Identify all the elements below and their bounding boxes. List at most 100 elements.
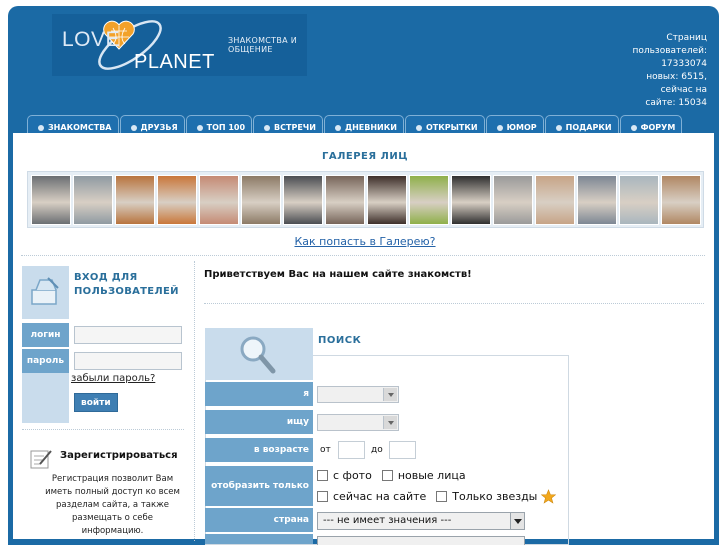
gallery-photo[interactable] bbox=[241, 175, 281, 225]
user-stats: Страниц пользователей: 17333074 новых: 6… bbox=[597, 32, 707, 110]
search-form: ПОИСК я ищу в возрасте от до отобразить … bbox=[205, 328, 569, 545]
seek-label: ищу bbox=[205, 410, 313, 434]
next-row-label bbox=[205, 534, 313, 544]
gallery-photo[interactable] bbox=[535, 175, 575, 225]
gallery-photo[interactable] bbox=[619, 175, 659, 225]
gallery-photo[interactable] bbox=[367, 175, 407, 225]
age-to-text: до bbox=[371, 445, 383, 455]
stars-only-checkbox[interactable] bbox=[436, 491, 448, 502]
bullet-icon bbox=[264, 124, 271, 131]
divider bbox=[21, 255, 705, 256]
logo-love-text: LOVE bbox=[62, 28, 121, 51]
register-text: Регистрация позволит Вам иметь полный до… bbox=[45, 474, 180, 536]
login-label: логин bbox=[22, 323, 69, 347]
password-label: пароль bbox=[22, 349, 69, 373]
divider bbox=[204, 303, 704, 304]
login-icon bbox=[31, 277, 59, 305]
country-select-value: --- не имеет значения --- bbox=[323, 515, 452, 526]
bullet-icon bbox=[555, 124, 562, 131]
dropdown-arrow-icon bbox=[510, 513, 524, 529]
bullet-icon bbox=[196, 124, 203, 131]
gallery-photo[interactable] bbox=[493, 175, 533, 225]
star-icon bbox=[541, 489, 557, 504]
age-from-text: от bbox=[320, 445, 331, 455]
tab-label: ДНЕВНИКИ bbox=[344, 123, 397, 132]
new-faces-label: новые лица bbox=[397, 469, 466, 482]
magnifier-icon bbox=[240, 336, 276, 374]
tab-label: ТОП 100 bbox=[206, 123, 246, 132]
tab-label: ДРУЗЬЯ bbox=[140, 123, 178, 132]
main-content: ГАЛЕРЕЯ ЛИЦ Как попасть в Галерею? ВХОД … bbox=[13, 133, 717, 545]
bullet-icon bbox=[496, 124, 503, 131]
age-label: в возрасте bbox=[205, 438, 313, 462]
login-title: ВХОД ДЛЯ ПОЛЬЗОВАТЕЛЕЙ bbox=[74, 272, 179, 297]
tab-label: ФОРУМ bbox=[640, 123, 676, 132]
gallery-photo[interactable] bbox=[199, 175, 239, 225]
gallery-title: ГАЛЕРЕЯ ЛИЦ bbox=[321, 151, 409, 162]
login-button[interactable]: войти bbox=[74, 393, 118, 412]
gallery-photo[interactable] bbox=[661, 175, 701, 225]
divider bbox=[22, 429, 184, 430]
login-side-bar bbox=[22, 373, 69, 423]
password-input[interactable] bbox=[74, 352, 182, 370]
age-from-input[interactable] bbox=[338, 441, 365, 459]
logo-planet-text: PLANET bbox=[134, 51, 215, 73]
stats-line: сейчас на bbox=[660, 85, 707, 95]
filter-row: сейчас на сайте Только звезды bbox=[317, 489, 557, 504]
stats-line: Страниц bbox=[666, 33, 707, 43]
online-checkbox[interactable] bbox=[317, 491, 328, 502]
welcome-text: Приветствуем Вас на нашем сайте знакомст… bbox=[204, 269, 472, 280]
face-gallery bbox=[27, 171, 704, 228]
gallery-photo[interactable] bbox=[157, 175, 197, 225]
gallery-photo[interactable] bbox=[73, 175, 113, 225]
bullet-icon bbox=[334, 124, 341, 131]
login-icon-cell bbox=[22, 266, 69, 319]
search-icon-cell bbox=[205, 328, 313, 380]
tab-label: ЮМОР bbox=[506, 123, 537, 132]
gallery-photo[interactable] bbox=[325, 175, 365, 225]
next-select[interactable] bbox=[317, 536, 525, 545]
column-divider bbox=[194, 261, 195, 541]
gallery-photo[interactable] bbox=[451, 175, 491, 225]
tab-label: ВСТРЕЧИ bbox=[274, 123, 316, 132]
stars-only-label: Только звезды bbox=[452, 490, 538, 503]
stats-line: новых: 6515, bbox=[646, 72, 707, 82]
gallery-photo[interactable] bbox=[115, 175, 155, 225]
stats-line: пользователей: bbox=[632, 46, 707, 56]
bullet-icon bbox=[38, 124, 44, 131]
filter-row: с фото новые лица bbox=[317, 469, 466, 482]
with-photo-checkbox[interactable] bbox=[317, 470, 328, 481]
forgot-password-link[interactable]: забыли пароль? bbox=[71, 373, 155, 384]
iam-select[interactable] bbox=[317, 386, 399, 403]
show-only-label: отобразить только bbox=[205, 466, 313, 506]
gallery-photo[interactable] bbox=[31, 175, 71, 225]
bullet-icon bbox=[630, 124, 637, 131]
gallery-photo[interactable] bbox=[577, 175, 617, 225]
search-title: ПОИСК bbox=[318, 335, 362, 346]
dropdown-arrow-icon bbox=[383, 388, 397, 401]
iam-label: я bbox=[205, 382, 313, 406]
tab-label: ПОДАРКИ bbox=[565, 123, 612, 132]
bullet-icon bbox=[415, 124, 422, 131]
online-label: сейчас на сайте bbox=[333, 490, 427, 503]
register-icon bbox=[30, 450, 52, 469]
gallery-photo[interactable] bbox=[283, 175, 323, 225]
stats-line: 17333074 bbox=[661, 59, 707, 69]
login-input[interactable] bbox=[74, 326, 182, 344]
with-photo-label: с фото bbox=[333, 469, 372, 482]
site-logo[interactable]: LOVE PLANET ЗНАКОМСТВА И ОБЩЕНИЕ bbox=[52, 14, 307, 76]
stats-line: сайте: 15034 bbox=[645, 98, 707, 108]
seek-select[interactable] bbox=[317, 414, 399, 431]
country-label: страна bbox=[205, 508, 313, 532]
new-faces-checkbox[interactable] bbox=[381, 470, 393, 481]
gallery-howto-link[interactable]: Как попасть в Галерею? bbox=[13, 235, 717, 248]
age-to-input[interactable] bbox=[389, 441, 416, 459]
tab-label: ЗНАКОМСТВА bbox=[48, 123, 112, 132]
country-select[interactable]: --- не имеет значения --- bbox=[317, 512, 525, 530]
site-tagline: ЗНАКОМСТВА И ОБЩЕНИЕ bbox=[228, 36, 298, 54]
tab-label: ОТКРЫТКИ bbox=[425, 123, 478, 132]
bullet-icon bbox=[130, 124, 137, 131]
dropdown-arrow-icon bbox=[383, 416, 397, 429]
register-link[interactable]: Зарегистрироваться bbox=[60, 450, 178, 461]
gallery-photo[interactable] bbox=[409, 175, 449, 225]
